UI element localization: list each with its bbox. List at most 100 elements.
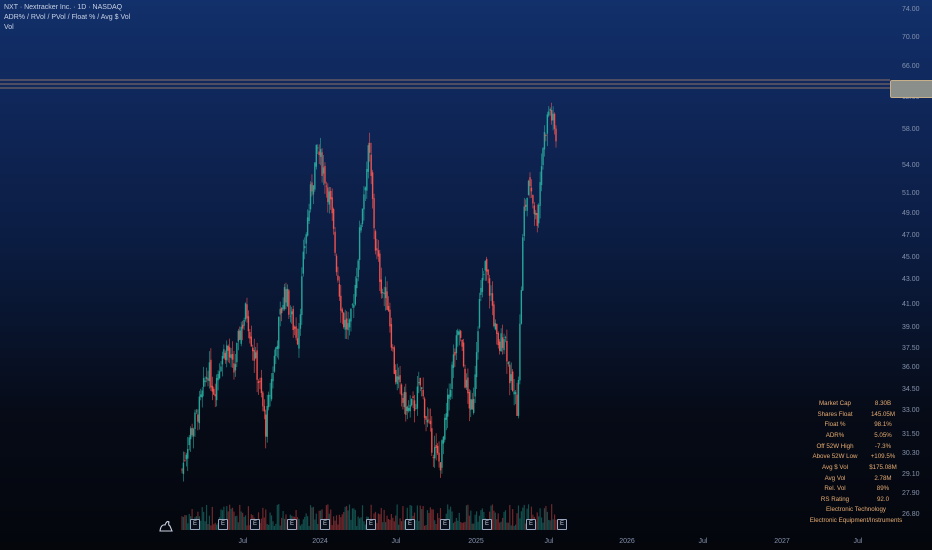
volume-bar (545, 506, 547, 530)
volume-bar (432, 509, 434, 530)
earnings-marker[interactable]: E (287, 519, 297, 530)
volume-bar (449, 506, 452, 530)
volume-bar (553, 514, 556, 530)
stats-row: Off 52W High -7.3% (808, 441, 904, 452)
candle-body (213, 388, 215, 395)
volume-bar (207, 524, 209, 530)
candle-body (210, 359, 212, 388)
candle-body (322, 167, 325, 174)
candle-body (519, 323, 521, 381)
candle-body (535, 212, 537, 215)
candle-body (436, 445, 439, 454)
candle-body (214, 394, 216, 397)
candle-body (415, 408, 417, 410)
candle-body (459, 330, 462, 338)
candle-body (312, 185, 315, 195)
candle-body (340, 295, 342, 311)
volume-bar (214, 522, 216, 530)
earnings-marker[interactable]: E (440, 519, 450, 530)
candle-body (208, 362, 211, 382)
earnings-marker[interactable]: E (526, 519, 536, 530)
candle-body (399, 375, 401, 383)
volume-bar (539, 508, 541, 530)
volume-bar (501, 517, 504, 530)
candle-body (311, 182, 313, 192)
volume-bar (393, 521, 395, 530)
candle-body (552, 113, 554, 121)
price-tick-label: 47.00 (902, 232, 920, 239)
candle-body (314, 162, 316, 190)
candle-body (324, 165, 326, 184)
candle-body (354, 284, 356, 305)
candle-body (488, 278, 491, 296)
tradingview-logo-icon[interactable] (158, 516, 176, 534)
volume-bar (361, 505, 364, 530)
volume-bar (478, 515, 481, 530)
volume-legend[interactable]: Vol (4, 23, 130, 33)
volume-bar (351, 508, 353, 530)
candle-body (454, 351, 456, 356)
candle-body (406, 406, 408, 412)
volume-bar (331, 525, 333, 530)
volume-bar (422, 506, 424, 530)
volume-bar (376, 523, 378, 530)
volume-bar (348, 504, 351, 530)
symbol-title[interactable]: NXT · Nextracker Inc. · 1D · NASDAQ (4, 3, 130, 13)
candle-body (448, 394, 450, 399)
candle-body (267, 394, 270, 408)
volume-bar (536, 512, 538, 530)
earnings-marker[interactable]: E (320, 519, 330, 530)
candle-body (325, 185, 328, 187)
time-tick-label: 2026 (619, 538, 635, 545)
candle-body (431, 428, 433, 453)
candle-body (522, 237, 524, 291)
candle-body (439, 462, 442, 471)
candle-body (194, 412, 196, 430)
volume-bar (205, 504, 208, 530)
candle-body (239, 330, 241, 340)
volume-bar (382, 522, 384, 530)
price-tick-label: 36.00 (902, 364, 920, 371)
candle-body (520, 290, 523, 324)
candle-body (386, 291, 388, 310)
volume-bar (435, 523, 437, 530)
candle-body (317, 147, 319, 149)
candle-body (445, 413, 447, 420)
candle-body (471, 399, 473, 410)
volume-bar (425, 524, 427, 530)
stats-value: -7.3% (874, 442, 892, 450)
volume-bar (491, 504, 494, 530)
candle-body (514, 392, 517, 395)
candle-body (343, 312, 345, 328)
stats-row: Above 52W Low +109.5% (808, 451, 904, 462)
candle-body (234, 364, 237, 371)
earnings-marker[interactable]: E (190, 519, 200, 530)
volume-bar (233, 511, 235, 530)
candle-body (484, 261, 486, 271)
volume-bar (234, 516, 237, 530)
earnings-marker[interactable]: E (557, 519, 567, 530)
candle-body (257, 381, 260, 384)
candle-body (451, 364, 453, 389)
indicator-legend[interactable]: ADR% / RVol / PVol / Float % / Avg $ Vol (4, 13, 130, 23)
earnings-marker[interactable]: E (250, 519, 260, 530)
volume-bar (512, 509, 514, 530)
candle-body (335, 255, 338, 273)
volume-bar (269, 512, 271, 530)
candle-body (513, 391, 515, 395)
volume-bar (428, 512, 430, 530)
earnings-marker[interactable]: E (218, 519, 228, 530)
stats-label: Market Cap (819, 399, 851, 407)
candle-body (296, 338, 299, 345)
earnings-marker[interactable]: E (405, 519, 415, 530)
candle-body (423, 398, 426, 418)
candle-body (252, 347, 254, 352)
candle-body (405, 392, 407, 415)
price-chart[interactable] (0, 0, 932, 550)
earnings-marker[interactable]: E (366, 519, 376, 530)
candle-body (464, 368, 466, 388)
candle-body (228, 347, 231, 358)
earnings-marker[interactable]: E (482, 519, 492, 530)
candle-body (363, 194, 365, 210)
candle-body (302, 251, 304, 274)
